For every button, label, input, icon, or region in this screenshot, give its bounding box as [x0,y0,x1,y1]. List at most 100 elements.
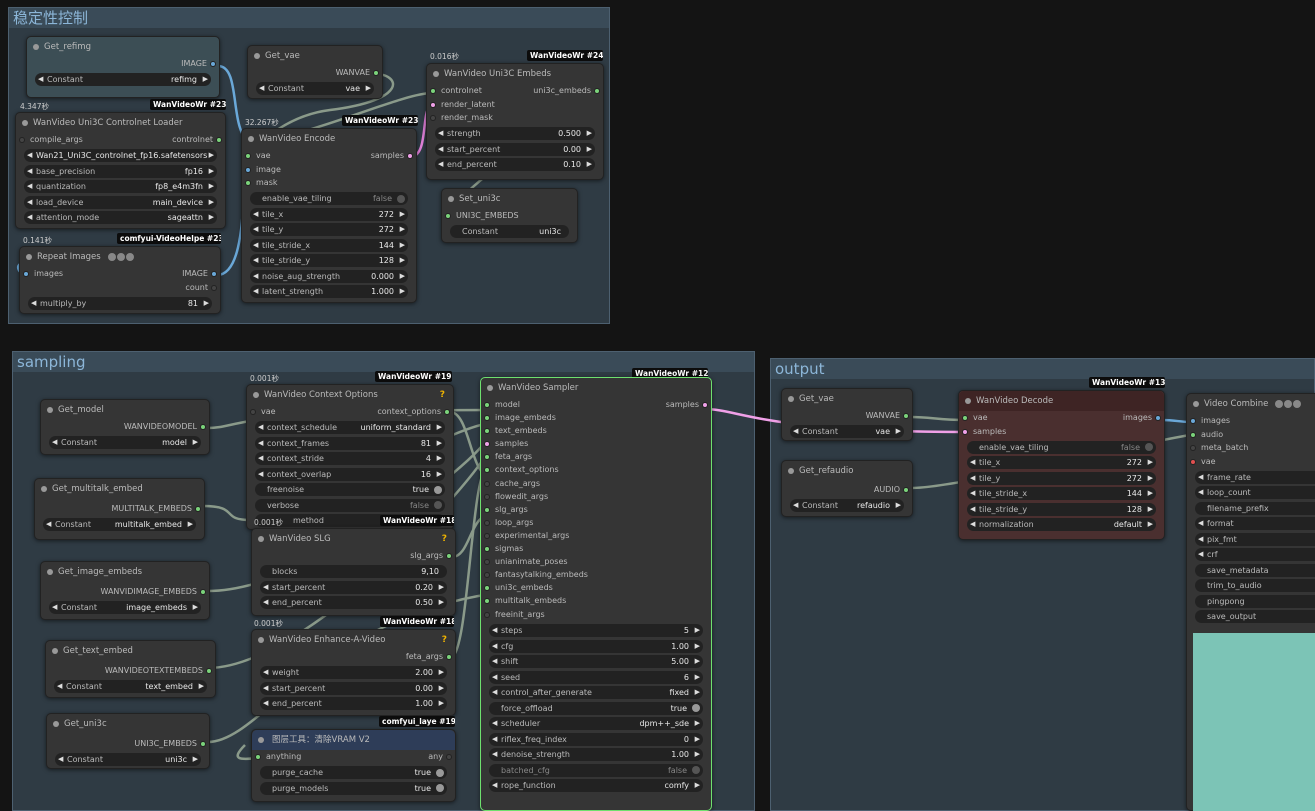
number-widget[interactable]: frame_rate [1195,470,1315,484]
output-pin[interactable] [373,70,379,76]
output-pin[interactable] [206,668,212,674]
input-pin[interactable] [484,572,490,579]
number-widget[interactable]: tile_x 272 [250,207,408,221]
number-widget[interactable]: start_percent 0.00 [260,681,447,695]
select-widget[interactable]: base_precision fp16 [24,164,217,178]
toggle-knob[interactable] [692,704,700,713]
input-pin[interactable] [255,754,261,760]
toggle-widget[interactable]: trim_to_audio [1195,579,1315,592]
node-set-uni3c[interactable]: Set_uni3c UNI3C_EMBEDS Constant uni3c [441,188,578,243]
input-pin[interactable] [962,415,968,421]
node-header[interactable]: Get_vae [782,389,912,409]
input-pin[interactable] [484,441,490,448]
input-pin[interactable] [245,153,251,159]
select-widget[interactable]: quantization fp8_e4m3fn [24,180,217,193]
collapse-dot-icon[interactable] [788,396,794,402]
number-widget[interactable]: end_percent 0.10 [435,158,595,171]
node-uni3c-controlnet-loader[interactable]: WanVideo Uni3C Controlnet Loader compile… [15,112,226,229]
number-widget[interactable]: shift 5.00 [489,655,703,669]
node-header[interactable]: Set_uni3c [442,189,577,209]
node-get-image-embeds[interactable]: Get_image_embeds WANVIDIMAGE_EMBEDS Cons… [40,561,210,620]
select-widget[interactable]: load_device main_device [24,195,217,209]
output-pin[interactable] [211,284,217,291]
toggle-knob[interactable] [434,501,442,509]
toggle-knob[interactable] [1145,443,1153,451]
collapse-dot-icon[interactable] [258,536,264,542]
node-get-refimg[interactable]: Get_refimg IMAGE Constant refimg [26,36,220,98]
input-pin[interactable] [484,493,490,500]
node-header[interactable]: WanVideo Uni3C Controlnet Loader [16,113,225,133]
node-wanvideo-sampler[interactable]: WanVideo Sampler model samples image_embed… [480,377,712,811]
number-widget[interactable]: weight 2.00 [260,666,447,679]
input-pin[interactable] [430,115,436,121]
toggle-knob[interactable] [692,766,700,775]
toggle-widget[interactable]: pingpong [1195,594,1315,608]
node-header[interactable]: WanVideo Encode [242,129,416,149]
number-widget[interactable]: tile_x 272 [967,456,1156,469]
output-pin[interactable] [446,654,452,660]
constant-widget[interactable]: Constant vae [790,425,904,438]
output-pin[interactable] [702,402,708,408]
toggle-widget[interactable]: batched_cfg false [489,763,703,777]
constant-widget[interactable]: Constant text_embed [54,680,207,693]
select-widget[interactable]: attention_mode sageattn [24,211,217,224]
input-pin[interactable] [484,519,490,526]
node-get-multitalk-embed[interactable]: Get_multitalk_embed MULTITALK_EMBEDS Con… [34,478,205,540]
node-get-refaudio[interactable]: Get_refaudio AUDIO Constant refaudio [781,460,913,517]
input-pin[interactable] [430,88,436,94]
toggle-widget[interactable]: enable_vae_tiling false [967,440,1156,454]
group-title[interactable]: output [771,359,1314,379]
output-pin[interactable] [903,413,909,419]
node-get-model[interactable]: Get_model WANVIDEOMODEL Constant model [40,399,210,455]
output-pin[interactable] [446,553,452,559]
node-header[interactable]: Repeat Images [20,247,220,267]
input-pin[interactable] [1190,418,1196,424]
constant-widget[interactable]: Constant refaudio [790,499,904,512]
collapse-dot-icon[interactable] [26,254,32,260]
node-get-uni3c[interactable]: Get_uni3c UNI3C_EMBEDS Constant uni3c [46,713,210,769]
constant-widget[interactable]: Constant uni3c [450,225,569,238]
collapse-dot-icon[interactable] [258,637,264,643]
output-pin[interactable] [195,506,201,512]
node-header[interactable]: WanVideo Context Options? [247,385,453,405]
select-widget[interactable]: normalization default [967,518,1156,531]
node-header[interactable]: Get_image_embeds [41,562,209,582]
help-icon[interactable]: ? [440,385,445,405]
node-wanvideo-decode[interactable]: WanVideo Decode vae images samples enable… [958,390,1165,540]
input-pin[interactable] [484,506,490,513]
output-pin[interactable] [200,424,206,430]
input-pin[interactable] [445,213,451,219]
number-widget[interactable]: crf [1195,548,1315,561]
input-pin[interactable] [484,611,490,618]
input-pin[interactable] [484,415,490,422]
number-widget[interactable]: tile_y 272 [250,223,408,236]
collapse-dot-icon[interactable] [253,392,259,398]
constant-widget[interactable]: Constant model [49,436,201,449]
node-header[interactable]: Get_refaudio [782,461,912,481]
node-header[interactable]: Get_vae [248,46,382,66]
collapse-dot-icon[interactable] [248,136,254,142]
output-pin[interactable] [903,487,909,493]
input-pin[interactable] [430,101,436,108]
collapse-dot-icon[interactable] [52,648,58,654]
collapse-dot-icon[interactable] [487,385,493,391]
collapse-dot-icon[interactable] [788,468,794,474]
toggle-knob[interactable] [436,784,444,792]
node-get-vae-output[interactable]: Get_vae WANVAE Constant vae [781,388,913,441]
number-widget[interactable]: noise_aug_strength 0.000 [250,269,408,283]
help-icon[interactable]: ? [442,630,447,650]
input-pin[interactable] [484,559,490,566]
model-select[interactable]: Wan21_Uni3C_controlnet_fp16.safetensors [24,149,217,162]
number-widget[interactable]: denoise_strength 1.00 [489,748,703,762]
toggle-widget[interactable]: save_metadata [1195,563,1315,577]
number-widget[interactable]: tile_stride_y 128 [967,502,1156,516]
input-pin[interactable] [484,480,490,487]
number-widget[interactable]: end_percent 1.00 [260,697,447,710]
text-widget[interactable]: blocks 9,10 [260,565,447,578]
collapse-dot-icon[interactable] [254,53,260,59]
toggle-widget[interactable]: purge_models true [260,781,447,795]
select-widget[interactable]: control_after_generate fixed [489,686,703,700]
number-widget[interactable]: start_percent 0.20 [260,580,447,594]
collapse-dot-icon[interactable] [258,737,264,743]
number-widget[interactable]: tile_stride_x 144 [250,238,408,252]
